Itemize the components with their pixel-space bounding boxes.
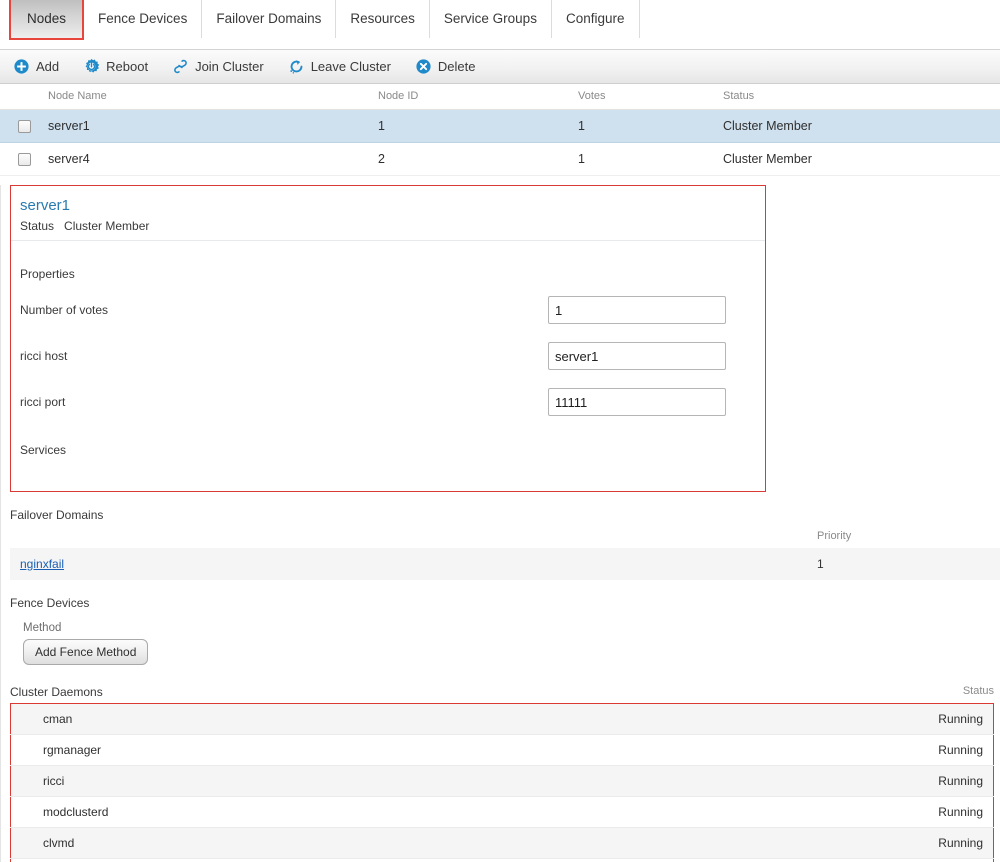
table-row: clvmdRunning xyxy=(11,828,994,859)
failover-domain-priority-cell: 1 xyxy=(817,548,1000,580)
fence-method-label: Method xyxy=(10,622,1000,634)
node-status-cell: Cluster Member xyxy=(723,143,1000,176)
node-id-cell: 1 xyxy=(378,110,578,143)
table-row: ricciRunning xyxy=(11,766,994,797)
toolbar-button-label: Join Cluster xyxy=(195,59,264,74)
cluster-admin-page: NodesFence DevicesFailover DomainsResour… xyxy=(0,0,1000,862)
toolbar-button-delete[interactable]: Delete xyxy=(415,58,476,75)
daemon-name-cell: ricci xyxy=(11,766,834,797)
table-row: modclusterdRunning xyxy=(11,797,994,828)
nodes-table: ! Node Name Node ID Votes Status server1… xyxy=(0,84,1000,176)
failover-domain-priority-header: Priority xyxy=(817,524,1000,548)
daemon-status-cell: Running xyxy=(834,828,994,859)
property-row: Number of votes xyxy=(20,287,756,333)
failover-domains-title: Failover Domains xyxy=(10,508,1000,522)
add-fence-method-button[interactable]: Add Fence Method xyxy=(23,639,148,665)
failover-domains-table: Priority nginxfail 1 xyxy=(10,524,1000,580)
toolbar-button-join-cluster[interactable]: Join Cluster xyxy=(172,58,264,75)
node-votes-cell: 1 xyxy=(578,143,723,176)
toolbar-button-label: Reboot xyxy=(106,59,148,74)
column-header-flag[interactable]: ! xyxy=(0,84,48,110)
table-footer-spacer xyxy=(11,859,994,862)
failover-domain-name-cell: nginxfail xyxy=(10,548,817,580)
power-gear-icon xyxy=(83,58,100,75)
table-row: cmanRunning xyxy=(11,704,994,735)
node-status-value: Cluster Member xyxy=(64,219,149,233)
tab-nodes[interactable]: Nodes xyxy=(9,0,84,40)
daemon-name-cell: cman xyxy=(11,704,834,735)
nodes-table-header-row: ! Node Name Node ID Votes Status xyxy=(0,84,1000,110)
tab-configure[interactable]: Configure xyxy=(552,0,640,38)
node-detail-title: server1 xyxy=(20,197,756,214)
column-header-node-name[interactable]: Node Name xyxy=(48,84,378,110)
node-detail-status: Status Cluster Member xyxy=(20,219,756,233)
page-body: server1 Status Cluster Member Properties … xyxy=(0,185,1000,862)
column-header-status[interactable]: Status xyxy=(723,84,1000,110)
list-item: nginxfail 1 xyxy=(10,548,1000,580)
property-label: ricci port xyxy=(20,395,548,409)
tab-bar: NodesFence DevicesFailover DomainsResour… xyxy=(0,0,1000,50)
toolbar-button-add[interactable]: Add xyxy=(13,58,59,75)
toolbar-button-label: Delete xyxy=(438,59,476,74)
row-checkbox-cell xyxy=(0,110,48,143)
services-label: Services xyxy=(20,425,756,483)
property-input-ricci-port[interactable] xyxy=(548,388,726,416)
cluster-daemons-section: Cluster Daemons Status cmanRunningrgmana… xyxy=(10,685,1000,862)
node-id-cell: 2 xyxy=(378,143,578,176)
daemon-status-cell: Running xyxy=(834,797,994,828)
fence-devices-section: Fence Devices Method Add Fence Method xyxy=(10,596,1000,665)
cluster-daemons-title: Cluster Daemons xyxy=(10,685,103,699)
leave-arrow-icon xyxy=(288,58,305,75)
tab-failover-domains[interactable]: Failover Domains xyxy=(202,0,336,38)
failover-domains-header-row: Priority xyxy=(10,524,1000,548)
property-row: ricci host xyxy=(20,333,756,379)
daemon-name-cell: rgmanager xyxy=(11,735,834,766)
fence-devices-title: Fence Devices xyxy=(10,596,1000,610)
cluster-daemons-header: Cluster Daemons Status xyxy=(10,685,994,699)
node-detail-body: Properties Number of votes ricci host ricc… xyxy=(11,241,765,491)
node-status-label: Status xyxy=(20,219,54,233)
toolbar-button-reboot[interactable]: Reboot xyxy=(83,58,148,75)
action-toolbar: Add Reboot Join Cluster Leave Cluster Delete xyxy=(0,50,1000,84)
row-checkbox[interactable] xyxy=(18,153,31,166)
property-label: Number of votes xyxy=(20,303,548,317)
plus-circle-icon xyxy=(13,58,30,75)
table-row: rgmanagerRunning xyxy=(11,735,994,766)
failover-domains-section: Failover Domains Priority nginxfail 1 xyxy=(10,508,1000,580)
table-row[interactable]: server421Cluster Member xyxy=(0,143,1000,176)
node-votes-cell: 1 xyxy=(578,110,723,143)
property-input-number-of-votes[interactable] xyxy=(548,296,726,324)
properties-label: Properties xyxy=(20,241,756,287)
daemon-status-cell: Running xyxy=(834,704,994,735)
column-header-votes[interactable]: Votes xyxy=(578,84,723,110)
daemon-status-cell: Running xyxy=(834,735,994,766)
property-input-ricci-host[interactable] xyxy=(548,342,726,370)
toolbar-button-leave-cluster[interactable]: Leave Cluster xyxy=(288,58,391,75)
tab-fence-devices[interactable]: Fence Devices xyxy=(84,0,202,38)
cluster-daemons-table: cmanRunningrgmanagerRunningricciRunningm… xyxy=(10,703,994,862)
property-label: ricci host xyxy=(20,349,548,363)
x-circle-icon xyxy=(415,58,432,75)
node-name-cell: server4 xyxy=(48,143,378,176)
node-name-cell: server1 xyxy=(48,110,378,143)
node-status-cell: Cluster Member xyxy=(723,110,1000,143)
node-detail-header: server1 Status Cluster Member xyxy=(11,186,765,241)
row-checkbox-cell xyxy=(0,143,48,176)
table-row[interactable]: server111Cluster Member xyxy=(0,110,1000,143)
property-row: ricci port xyxy=(20,379,756,425)
failover-domain-link[interactable]: nginxfail xyxy=(20,557,64,571)
cluster-daemons-status-header: Status xyxy=(963,685,994,699)
tab-service-groups[interactable]: Service Groups xyxy=(430,0,552,38)
daemon-name-cell: clvmd xyxy=(11,828,834,859)
tab-resources[interactable]: Resources xyxy=(336,0,430,38)
toolbar-button-label: Add xyxy=(36,59,59,74)
daemon-name-cell: modclusterd xyxy=(11,797,834,828)
link-chain-icon xyxy=(172,58,189,75)
node-detail-panel: server1 Status Cluster Member Properties … xyxy=(10,185,766,492)
daemon-status-cell: Running xyxy=(834,766,994,797)
toolbar-button-label: Leave Cluster xyxy=(311,59,391,74)
failover-domain-name-header xyxy=(10,524,817,548)
column-header-node-id[interactable]: Node ID xyxy=(378,84,578,110)
row-checkbox[interactable] xyxy=(18,120,31,133)
